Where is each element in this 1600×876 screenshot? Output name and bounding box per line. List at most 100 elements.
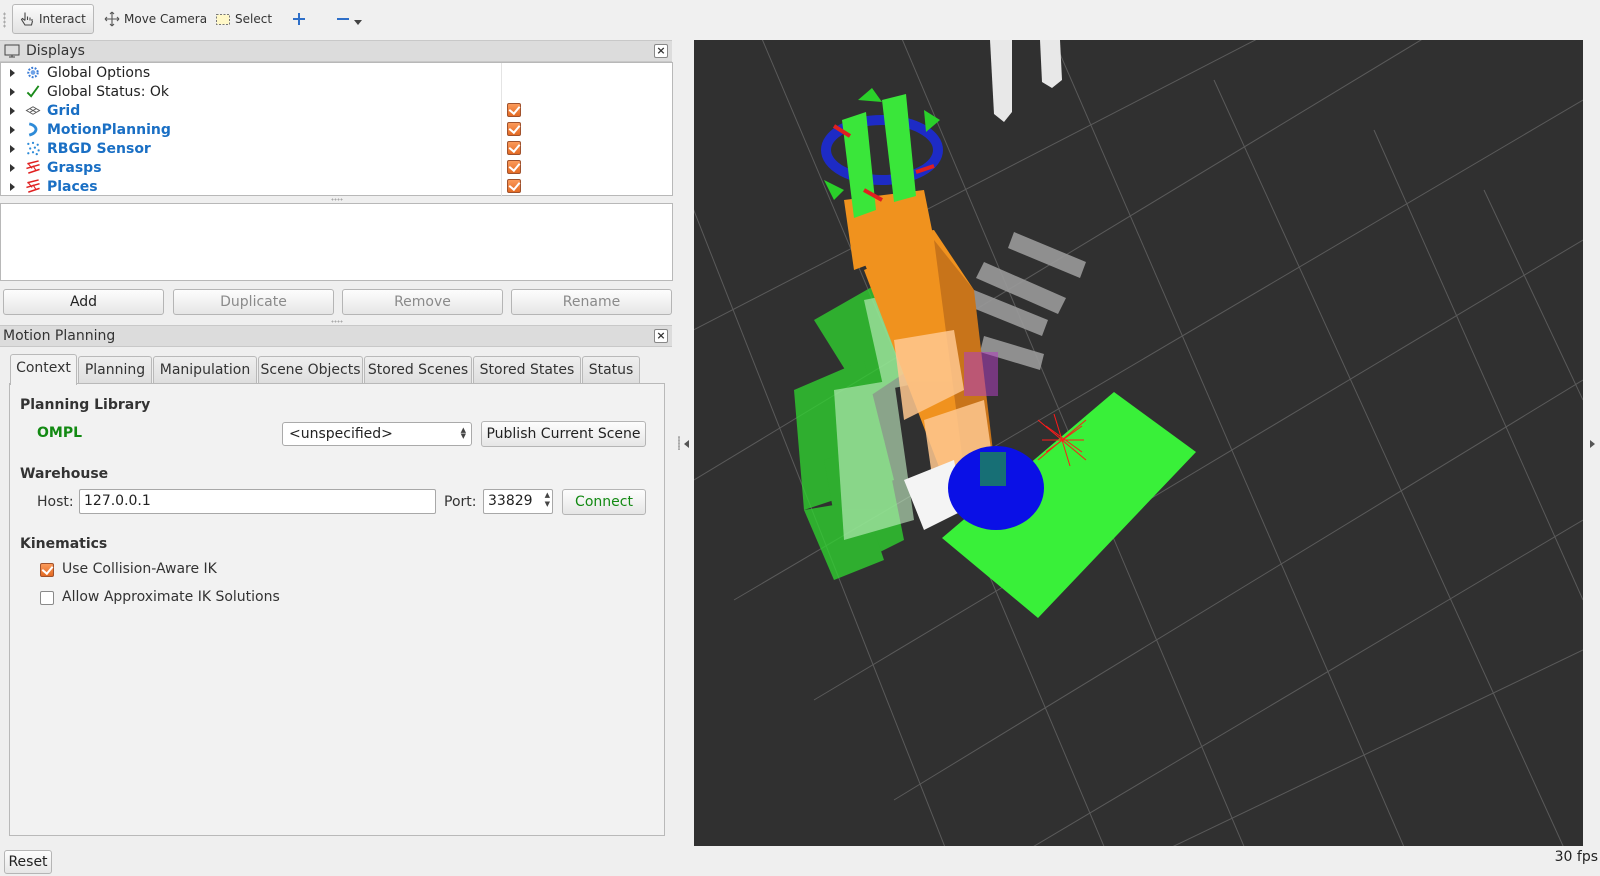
tree-row-places[interactable]: Places	[1, 177, 671, 196]
enable-checkbox[interactable]	[507, 141, 521, 155]
tree-label: Global Options	[47, 64, 151, 81]
toolbar-grip[interactable]	[3, 12, 6, 28]
approx-ik-label: Allow Approximate IK Solutions	[62, 589, 280, 605]
port-label: Port:	[444, 494, 477, 510]
tab-context[interactable]: Context	[10, 354, 77, 385]
tab-stored-scenes[interactable]: Stored Scenes	[364, 356, 472, 383]
remove-button[interactable]: Remove	[342, 289, 503, 315]
tree-label: Grid	[47, 102, 81, 119]
kinematics-heading: Kinematics	[20, 536, 108, 552]
tab-stored-states[interactable]: Stored States	[473, 356, 581, 383]
publish-current-scene-button[interactable]: Publish Current Scene	[481, 421, 646, 447]
tree-label: RBGD Sensor	[47, 140, 151, 157]
gripper-tip	[980, 452, 1006, 486]
collapse-right-arrow-icon[interactable]	[1590, 440, 1595, 448]
displays-tree: Global Options Global Status: Ok Grid Mo…	[0, 62, 673, 197]
motion-planning-title: Motion Planning	[3, 328, 116, 344]
tree-row-rbgd-sensor[interactable]: RBGD Sensor	[1, 139, 671, 158]
close-icon[interactable]: ×	[654, 329, 668, 343]
scene-render	[694, 40, 1583, 846]
tree-row-global-status[interactable]: Global Status: Ok	[1, 82, 671, 101]
expand-arrow-icon[interactable]	[10, 68, 15, 77]
tree-row-motion-planning[interactable]: MotionPlanning	[1, 120, 671, 139]
add-button[interactable]: Add	[3, 289, 164, 315]
expand-arrow-icon[interactable]	[10, 182, 15, 191]
joint-highlight	[964, 352, 998, 396]
gray-plates	[968, 232, 1086, 370]
select-label: Select	[235, 12, 273, 26]
close-icon[interactable]: ×	[654, 44, 668, 58]
select-rectangle-icon	[216, 14, 230, 25]
expand-arrow-icon[interactable]	[10, 144, 15, 153]
remove-tool-dropdown[interactable]	[330, 4, 368, 34]
tree-row-grasps[interactable]: Grasps	[1, 158, 671, 177]
move-camera-label: Move Camera	[124, 12, 208, 26]
interact-tool-button[interactable]: Interact	[12, 4, 94, 34]
grid-icon	[25, 106, 41, 115]
connect-button[interactable]: Connect	[562, 489, 646, 515]
tree-label: Global Status: Ok	[47, 83, 170, 100]
tree-row-global-options[interactable]: Global Options	[1, 63, 671, 82]
displays-title: Displays	[26, 43, 85, 59]
tree-label: MotionPlanning	[47, 121, 171, 138]
checkmark-icon	[26, 85, 40, 98]
splitter-handle[interactable]	[331, 198, 343, 201]
warehouse-heading: Warehouse	[20, 466, 109, 482]
context-tab-panel	[9, 383, 665, 836]
tab-scene-objects[interactable]: Scene Objects	[258, 356, 363, 383]
expand-arrow-icon[interactable]	[10, 125, 15, 134]
displays-panel-title: Displays ×	[0, 40, 672, 62]
enable-checkbox[interactable]	[507, 179, 521, 193]
plus-icon	[293, 13, 305, 25]
approx-ik-checkbox[interactable]	[40, 591, 54, 605]
monitor-icon	[4, 44, 20, 58]
planning-library-heading: Planning Library	[20, 397, 151, 413]
point-cloud-icon	[27, 141, 40, 156]
tab-manipulation[interactable]: Manipulation	[153, 356, 257, 383]
expand-arrow-icon[interactable]	[10, 106, 15, 115]
planner-select[interactable]: <unspecified> ▲ ▼	[282, 422, 472, 446]
enable-checkbox[interactable]	[507, 160, 521, 174]
pillars	[990, 40, 1062, 122]
tab-status[interactable]: Status	[582, 356, 640, 383]
host-input[interactable]: 127.0.0.1	[79, 489, 436, 514]
enable-checkbox[interactable]	[507, 103, 521, 117]
marker-array-icon	[26, 179, 40, 193]
move-arrows-icon	[104, 11, 120, 27]
collapse-left-arrow-icon[interactable]	[684, 440, 689, 448]
property-description-box	[0, 203, 673, 281]
collision-aware-ik-label: Use Collision-Aware IK	[62, 561, 217, 577]
select-tool-button[interactable]: Select	[209, 4, 278, 34]
tree-row-grid[interactable]: Grid	[1, 101, 671, 120]
rename-button[interactable]: Rename	[511, 289, 672, 315]
spin-arrows-icon[interactable]: ▲ ▼	[545, 491, 550, 509]
tab-planning[interactable]: Planning	[78, 356, 152, 383]
hand-pointer-icon	[20, 12, 34, 26]
duplicate-button[interactable]: Duplicate	[173, 289, 334, 315]
minus-icon	[337, 18, 349, 20]
collision-aware-ik-checkbox[interactable]	[40, 563, 54, 577]
enable-checkbox[interactable]	[507, 122, 521, 136]
fps-readout: 30 fps	[1554, 849, 1598, 865]
planner-select-value: <unspecified>	[289, 426, 393, 442]
motion-planning-icon	[28, 122, 38, 137]
chevron-down-icon	[354, 20, 362, 25]
host-label: Host:	[37, 494, 74, 510]
add-tool-button[interactable]	[286, 4, 312, 34]
move-camera-tool-button[interactable]: Move Camera	[98, 4, 213, 34]
render-viewport[interactable]	[694, 40, 1583, 846]
updown-arrows-icon: ▲ ▼	[460, 426, 466, 440]
tree-label: Grasps	[47, 159, 102, 176]
gear-icon	[27, 66, 39, 79]
tree-label: Places	[47, 178, 98, 195]
main-toolbar: Interact Move Camera Select	[0, 0, 1600, 40]
expand-arrow-icon[interactable]	[10, 163, 15, 172]
planning-library-name: OMPL	[37, 425, 83, 441]
reset-button[interactable]: Reset	[4, 850, 52, 874]
motion-planning-panel-title: Motion Planning ×	[0, 325, 672, 347]
port-spinbox[interactable]: 33829 ▲ ▼	[483, 489, 553, 514]
expand-arrow-icon[interactable]	[10, 87, 15, 96]
splitter-handle[interactable]	[331, 320, 343, 323]
splitter-handle[interactable]	[678, 436, 680, 450]
interact-label: Interact	[39, 12, 86, 26]
